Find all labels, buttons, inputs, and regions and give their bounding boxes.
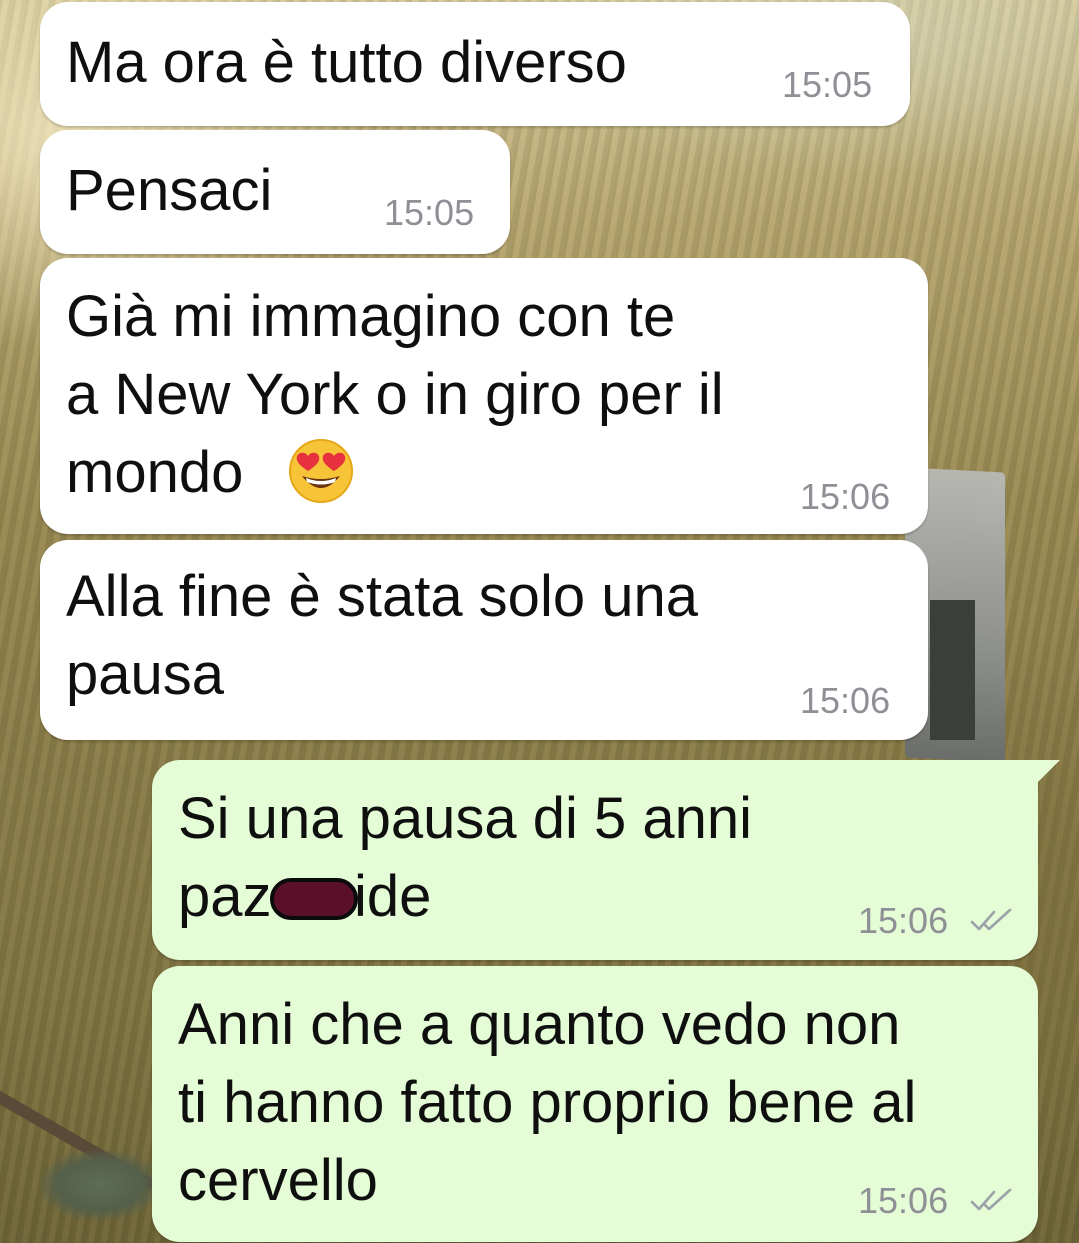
wallpaper-leaves — [40, 1150, 160, 1220]
message-text-line: a New York o in giro per il — [66, 362, 724, 427]
incoming-message-bubble[interactable]: Alla fine è stata solo una pausa 15:06 — [40, 540, 928, 740]
message-text-line: mondo — [66, 440, 244, 505]
message-text-line: Anni che a quanto vedo non — [178, 992, 901, 1057]
message-timestamp: 15:06 — [858, 1180, 949, 1221]
message-text: Pensaci — [66, 158, 273, 223]
outgoing-message-bubble[interactable]: Anni che a quanto vedo non ti hanno fatt… — [152, 966, 1038, 1242]
incoming-message-bubble[interactable]: Già mi immagino con te a New York o in g… — [40, 258, 928, 534]
message-text-line: ti hanno fatto proprio bene al — [178, 1070, 917, 1135]
incoming-message-bubble[interactable]: Pensaci 15:05 — [40, 130, 510, 254]
message-text-line: cervello — [178, 1148, 378, 1213]
message-timestamp: 15:06 — [858, 900, 949, 941]
message-text-line: Si una pausa di 5 anni — [178, 786, 752, 851]
incoming-message-bubble[interactable]: Ma ora è tutto diverso 15:05 — [40, 2, 910, 126]
wallpaper-stone-shadow — [930, 600, 975, 740]
message-text-line-end: ide — [354, 864, 432, 929]
double-check-icon — [970, 908, 1012, 931]
message-timestamp: 15:06 — [800, 476, 891, 517]
outgoing-message-bubble[interactable]: Si una pausa di 5 anni paz ide 15:06 — [152, 760, 1038, 960]
redaction-mark — [270, 878, 358, 920]
message-text-line-start: paz — [178, 864, 272, 929]
message-text-line: Alla fine è stata solo una — [66, 564, 698, 629]
message-text: Ma ora è tutto diverso — [66, 30, 627, 95]
outgoing-bubble-tail — [1030, 760, 1060, 786]
message-text-line: pausa — [66, 642, 225, 707]
heart-eyes-emoji-icon — [289, 439, 353, 503]
message-timestamp: 15:05 — [782, 64, 873, 105]
double-check-icon — [970, 1188, 1012, 1211]
message-timestamp: 15:05 — [384, 192, 475, 233]
message-text-line: Già mi immagino con te — [66, 284, 676, 349]
message-timestamp: 15:06 — [800, 680, 891, 721]
